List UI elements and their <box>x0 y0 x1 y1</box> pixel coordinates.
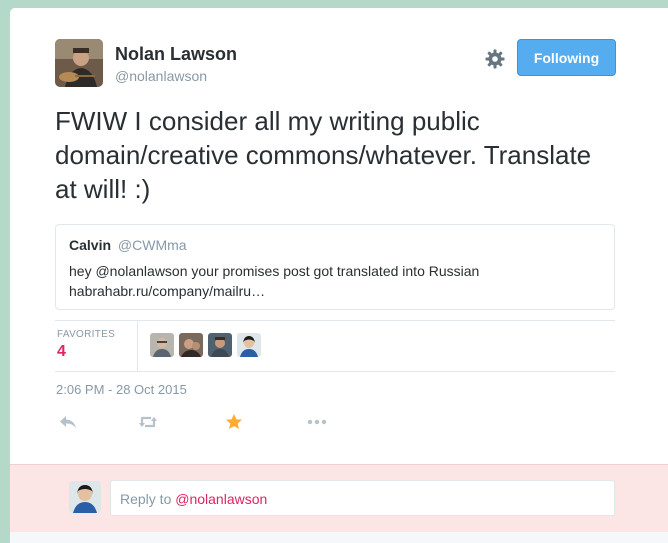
quoted-tweet-text: hey @nolanlawson your promises post got … <box>69 263 480 299</box>
favorites-label: FAVORITES <box>57 329 116 340</box>
quoted-tweet[interactable]: Calvin @CWMma hey @nolanlawson your prom… <box>55 224 615 310</box>
favorite-star-icon[interactable] <box>223 411 245 433</box>
reply-mention: @nolanlawson <box>175 491 268 507</box>
favoriter-avatar[interactable] <box>179 333 203 357</box>
current-user-avatar <box>69 481 101 513</box>
author-avatar[interactable] <box>55 39 103 87</box>
reply-icon[interactable] <box>57 411 79 433</box>
retweet-icon[interactable] <box>137 411 159 433</box>
favoriter-avatar[interactable] <box>208 333 232 357</box>
quoted-author-name: Calvin <box>69 237 112 253</box>
tweet-header: Nolan Lawson @nolanlawson Following <box>55 39 616 91</box>
bottom-strip <box>10 532 668 543</box>
author-handle[interactable]: @nolanlawson <box>115 68 207 84</box>
tweet-card: Nolan Lawson @nolanlawson Following FWIW… <box>10 8 668 543</box>
favoriter-avatar[interactable] <box>237 333 261 357</box>
tweet-timestamp[interactable]: 2:06 PM - 28 Oct 2015 <box>56 382 187 397</box>
favorites-stat[interactable]: FAVORITES 4 <box>55 321 138 371</box>
tweet-text: FWIW I consider all my writing public do… <box>55 106 592 204</box>
reply-input[interactable]: Reply to @nolanlawson <box>110 480 615 516</box>
reply-placeholder-prefix: Reply to <box>120 491 176 507</box>
favoriter-avatar[interactable] <box>150 333 174 357</box>
quoted-author-handle: @CWMma <box>117 237 187 253</box>
more-icon[interactable] <box>306 411 328 433</box>
tweet-actions <box>55 411 355 435</box>
author-name[interactable]: Nolan Lawson <box>115 44 237 65</box>
following-button[interactable]: Following <box>517 39 616 76</box>
quoted-tweet-header: Calvin @CWMma <box>69 237 601 253</box>
favorites-count: 4 <box>57 343 66 360</box>
tweet-stats: FAVORITES 4 <box>55 320 615 372</box>
gear-icon[interactable] <box>483 47 507 71</box>
reply-bar: Reply to @nolanlawson <box>10 464 668 532</box>
